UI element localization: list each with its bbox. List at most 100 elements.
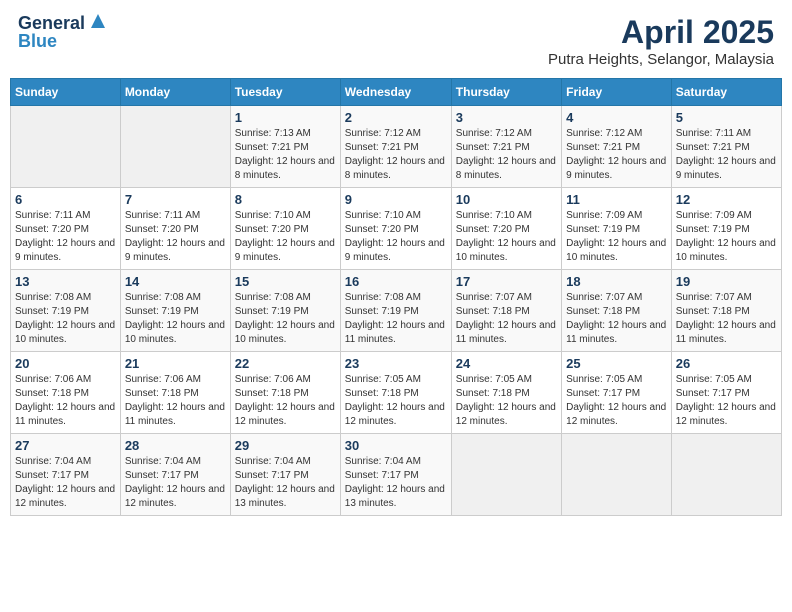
calendar-title: April 2025 (548, 14, 774, 51)
day-info: Sunrise: 7:11 AM Sunset: 7:21 PM Dayligh… (676, 127, 777, 183)
day-info: Sunrise: 7:05 AM Sunset: 7:17 PM Dayligh… (566, 373, 667, 429)
day-number: 30 (345, 438, 447, 453)
day-info: Sunrise: 7:12 AM Sunset: 7:21 PM Dayligh… (456, 127, 557, 183)
day-info: Sunrise: 7:10 AM Sunset: 7:20 PM Dayligh… (345, 209, 447, 265)
day-info: Sunrise: 7:13 AM Sunset: 7:21 PM Dayligh… (235, 127, 336, 183)
calendar-week-row: 6 Sunrise: 7:11 AM Sunset: 7:20 PM Daylig… (11, 188, 782, 270)
day-header: Wednesday (340, 79, 451, 106)
day-header: Thursday (451, 79, 561, 106)
calendar-cell: 27 Sunrise: 7:04 AM Sunset: 7:17 PM Dayli… (11, 434, 121, 516)
day-info: Sunrise: 7:08 AM Sunset: 7:19 PM Dayligh… (235, 291, 336, 347)
day-number: 7 (125, 192, 226, 207)
calendar-cell: 6 Sunrise: 7:11 AM Sunset: 7:20 PM Daylig… (11, 188, 121, 270)
day-number: 23 (345, 356, 447, 371)
day-number: 27 (15, 438, 116, 453)
day-number: 19 (676, 274, 777, 289)
calendar-cell: 16Sunrise: 7:08 AM Sunset: 7:19 PM Dayli… (340, 270, 451, 352)
day-header: Monday (120, 79, 230, 106)
logo-icon (87, 10, 109, 32)
day-info: Sunrise: 7:06 AM Sunset: 7:18 PM Dayligh… (15, 373, 116, 429)
calendar-cell: 11 Sunrise: 7:09 AM Sunset: 7:19 PM Dayli… (562, 188, 672, 270)
calendar-cell: 13Sunrise: 7:08 AM Sunset: 7:19 PM Dayli… (11, 270, 121, 352)
calendar-week-row: 1 Sunrise: 7:13 AM Sunset: 7:21 PM Daylig… (11, 106, 782, 188)
day-number: 6 (15, 192, 116, 207)
day-info: Sunrise: 7:07 AM Sunset: 7:18 PM Dayligh… (676, 291, 777, 347)
day-info: Sunrise: 7:12 AM Sunset: 7:21 PM Dayligh… (345, 127, 447, 183)
day-number: 26 (676, 356, 777, 371)
day-info: Sunrise: 7:11 AM Sunset: 7:20 PM Dayligh… (15, 209, 116, 265)
day-number: 3 (456, 110, 557, 125)
calendar-cell (451, 434, 561, 516)
calendar-cell: 14Sunrise: 7:08 AM Sunset: 7:19 PM Dayli… (120, 270, 230, 352)
calendar-cell: 29 Sunrise: 7:04 AM Sunset: 7:17 PM Dayli… (230, 434, 340, 516)
day-number: 5 (676, 110, 777, 125)
calendar-cell: 24Sunrise: 7:05 AM Sunset: 7:18 PM Dayli… (451, 352, 561, 434)
calendar-cell: 9 Sunrise: 7:10 AM Sunset: 7:20 PM Daylig… (340, 188, 451, 270)
day-number: 28 (125, 438, 226, 453)
calendar-table: SundayMondayTuesdayWednesdayThursdayFrid… (10, 78, 782, 516)
day-number: 21 (125, 356, 226, 371)
day-number: 20 (15, 356, 116, 371)
day-number: 15 (235, 274, 336, 289)
day-info: Sunrise: 7:06 AM Sunset: 7:18 PM Dayligh… (235, 373, 336, 429)
title-block: April 2025 Putra Heights, Selangor, Mala… (548, 14, 774, 68)
calendar-subtitle: Putra Heights, Selangor, Malaysia (548, 51, 774, 68)
day-info: Sunrise: 7:04 AM Sunset: 7:17 PM Dayligh… (235, 455, 336, 511)
calendar-cell: 15 Sunrise: 7:08 AM Sunset: 7:19 PM Dayli… (230, 270, 340, 352)
calendar-cell (671, 434, 781, 516)
calendar-cell: 23 Sunrise: 7:05 AM Sunset: 7:18 PM Dayli… (340, 352, 451, 434)
calendar-cell: 10Sunrise: 7:10 AM Sunset: 7:20 PM Dayli… (451, 188, 561, 270)
header-row: SundayMondayTuesdayWednesdayThursdayFrid… (11, 79, 782, 106)
day-number: 22 (235, 356, 336, 371)
page-header: General Blue April 2025 Putra Heights, S… (10, 10, 782, 72)
calendar-cell: 4 Sunrise: 7:12 AM Sunset: 7:21 PM Daylig… (562, 106, 672, 188)
day-number: 9 (345, 192, 447, 207)
calendar-cell: 30Sunrise: 7:04 AM Sunset: 7:17 PM Dayli… (340, 434, 451, 516)
calendar-week-row: 20 Sunrise: 7:06 AM Sunset: 7:18 PM Dayli… (11, 352, 782, 434)
calendar-cell: 26 Sunrise: 7:05 AM Sunset: 7:17 PM Dayli… (671, 352, 781, 434)
day-info: Sunrise: 7:04 AM Sunset: 7:17 PM Dayligh… (15, 455, 116, 511)
day-info: Sunrise: 7:12 AM Sunset: 7:21 PM Dayligh… (566, 127, 667, 183)
calendar-cell (562, 434, 672, 516)
calendar-cell: 28 Sunrise: 7:04 AM Sunset: 7:17 PM Dayli… (120, 434, 230, 516)
logo: General Blue (18, 14, 109, 52)
day-info: Sunrise: 7:10 AM Sunset: 7:20 PM Dayligh… (235, 209, 336, 265)
calendar-cell: 7Sunrise: 7:11 AM Sunset: 7:20 PM Daylig… (120, 188, 230, 270)
calendar-cell: 3 Sunrise: 7:12 AM Sunset: 7:21 PM Daylig… (451, 106, 561, 188)
day-info: Sunrise: 7:05 AM Sunset: 7:18 PM Dayligh… (345, 373, 447, 429)
day-info: Sunrise: 7:09 AM Sunset: 7:19 PM Dayligh… (566, 209, 667, 265)
day-number: 24 (456, 356, 557, 371)
day-info: Sunrise: 7:08 AM Sunset: 7:19 PM Dayligh… (15, 291, 116, 347)
calendar-cell: 21Sunrise: 7:06 AM Sunset: 7:18 PM Dayli… (120, 352, 230, 434)
day-number: 2 (345, 110, 447, 125)
day-info: Sunrise: 7:04 AM Sunset: 7:17 PM Dayligh… (125, 455, 226, 511)
day-info: Sunrise: 7:07 AM Sunset: 7:18 PM Dayligh… (456, 291, 557, 347)
calendar-cell: 25 Sunrise: 7:05 AM Sunset: 7:17 PM Dayli… (562, 352, 672, 434)
calendar-cell: 22 Sunrise: 7:06 AM Sunset: 7:18 PM Dayli… (230, 352, 340, 434)
logo-blue: Blue (18, 32, 109, 52)
day-number: 17 (456, 274, 557, 289)
calendar-cell: 17 Sunrise: 7:07 AM Sunset: 7:18 PM Dayli… (451, 270, 561, 352)
day-number: 1 (235, 110, 336, 125)
day-number: 12 (676, 192, 777, 207)
calendar-cell: 20 Sunrise: 7:06 AM Sunset: 7:18 PM Dayli… (11, 352, 121, 434)
day-info: Sunrise: 7:07 AM Sunset: 7:18 PM Dayligh… (566, 291, 667, 347)
day-number: 18 (566, 274, 667, 289)
calendar-cell: 19 Sunrise: 7:07 AM Sunset: 7:18 PM Dayli… (671, 270, 781, 352)
calendar-cell: 8 Sunrise: 7:10 AM Sunset: 7:20 PM Daylig… (230, 188, 340, 270)
day-header: Friday (562, 79, 672, 106)
day-number: 29 (235, 438, 336, 453)
day-number: 8 (235, 192, 336, 207)
calendar-cell (120, 106, 230, 188)
day-number: 11 (566, 192, 667, 207)
day-number: 4 (566, 110, 667, 125)
day-header: Saturday (671, 79, 781, 106)
day-number: 16 (345, 274, 447, 289)
calendar-week-row: 13Sunrise: 7:08 AM Sunset: 7:19 PM Dayli… (11, 270, 782, 352)
calendar-cell: 5 Sunrise: 7:11 AM Sunset: 7:21 PM Daylig… (671, 106, 781, 188)
day-number: 25 (566, 356, 667, 371)
day-info: Sunrise: 7:05 AM Sunset: 7:17 PM Dayligh… (676, 373, 777, 429)
calendar-week-row: 27 Sunrise: 7:04 AM Sunset: 7:17 PM Dayli… (11, 434, 782, 516)
calendar-cell: 18 Sunrise: 7:07 AM Sunset: 7:18 PM Dayli… (562, 270, 672, 352)
day-header: Tuesday (230, 79, 340, 106)
